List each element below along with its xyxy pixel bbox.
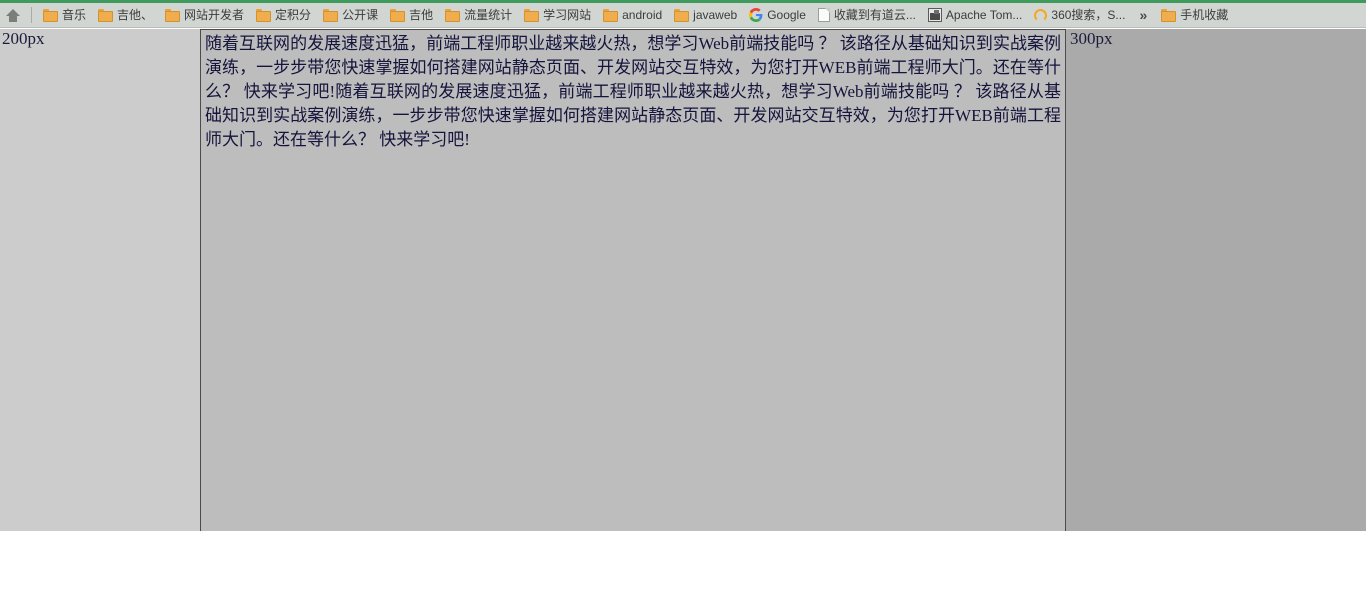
tomcat-icon	[927, 8, 942, 22]
360-search-icon	[1034, 8, 1048, 22]
bookmark-item-music[interactable]: 音乐	[38, 5, 91, 25]
center-content-panel: 随着互联网的发展速度迅猛，前端工程师职业越来越火热，想学习Web前端技能吗 ？ …	[200, 29, 1066, 531]
bookmark-label: 定积分	[275, 8, 312, 22]
bookmark-label: javaweb	[693, 8, 738, 22]
bookmark-label: 网站开发者	[184, 8, 245, 22]
bookmark-item-360-search[interactable]: 360搜索，S...	[1029, 5, 1130, 25]
bookmark-item-android[interactable]: android	[598, 5, 667, 25]
bookmark-label: 手机收藏	[1180, 8, 1229, 22]
bookmark-label: android	[622, 8, 663, 22]
bookmark-overflow-chevron-icon[interactable]: »	[1131, 5, 1155, 25]
bookmark-label: 360搜索，S...	[1051, 8, 1126, 22]
bookmark-divider	[31, 7, 32, 23]
bookmark-label: Apache Tom...	[945, 8, 1023, 22]
bookmark-item-javaweb[interactable]: javaweb	[669, 5, 742, 25]
bookmark-label: 学习网站	[543, 8, 592, 22]
folder-icon	[165, 8, 181, 22]
folder-icon	[603, 8, 619, 22]
bookmark-item-youdao-cloud[interactable]: 收藏到有道云...	[813, 5, 921, 25]
folder-icon	[98, 8, 114, 22]
home-icon	[6, 8, 20, 22]
bookmark-label: 流量统计	[464, 8, 513, 22]
bookmark-bar: 音乐 吉他、 网站开发者 定积分 公开课 吉他 流量统计 学习网站 androi…	[0, 3, 1366, 28]
bookmark-item-traffic-stats[interactable]: 流量统计	[440, 5, 517, 25]
bookmark-item-guitar-2[interactable]: 吉他	[385, 5, 438, 25]
right-float-panel	[1066, 29, 1366, 531]
folder-icon	[256, 8, 272, 22]
bookmark-item-study-sites[interactable]: 学习网站	[519, 5, 596, 25]
bookmark-item-guitar-1[interactable]: 吉他、	[93, 5, 158, 25]
folder-icon	[323, 8, 339, 22]
left-panel-width-label: 200px	[2, 29, 45, 48]
bookmark-item-open-course[interactable]: 公开课	[318, 5, 383, 25]
right-panel-width-label: 300px	[1070, 29, 1113, 48]
folder-icon	[1161, 8, 1177, 22]
folder-icon	[445, 8, 461, 22]
google-icon	[749, 8, 763, 22]
bookmark-label: 音乐	[62, 8, 87, 22]
bookmark-label: 吉他	[409, 8, 434, 22]
bookmark-item-google[interactable]: Google	[744, 5, 811, 25]
folder-icon	[674, 8, 690, 22]
bookmark-item-mobile-favorites[interactable]: 手机收藏	[1156, 5, 1233, 25]
folder-icon	[43, 8, 58, 22]
page-canvas: 200px 随着互联网的发展速度迅猛，前端工程师职业越来越火热，想学习Web前端…	[0, 29, 1366, 610]
folder-icon	[390, 8, 406, 22]
bookmark-label: Google	[767, 8, 806, 22]
bookmark-item-web-developer[interactable]: 网站开发者	[160, 5, 249, 25]
content-paragraph: 随着互联网的发展速度迅猛，前端工程师职业越来越火热，想学习Web前端技能吗 ？ …	[205, 34, 1061, 149]
left-float-panel	[0, 29, 200, 531]
bookmark-label: 收藏到有道云...	[833, 8, 916, 22]
bookmark-home-button[interactable]	[1, 5, 25, 25]
bookmark-item-apache-tomcat[interactable]: Apache Tom...	[923, 5, 1028, 25]
bookmark-label: 公开课	[342, 8, 379, 22]
page-icon	[817, 8, 830, 22]
folder-icon	[524, 8, 540, 22]
bookmark-item-points[interactable]: 定积分	[251, 5, 316, 25]
bookmark-label: 吉他、	[117, 8, 154, 22]
